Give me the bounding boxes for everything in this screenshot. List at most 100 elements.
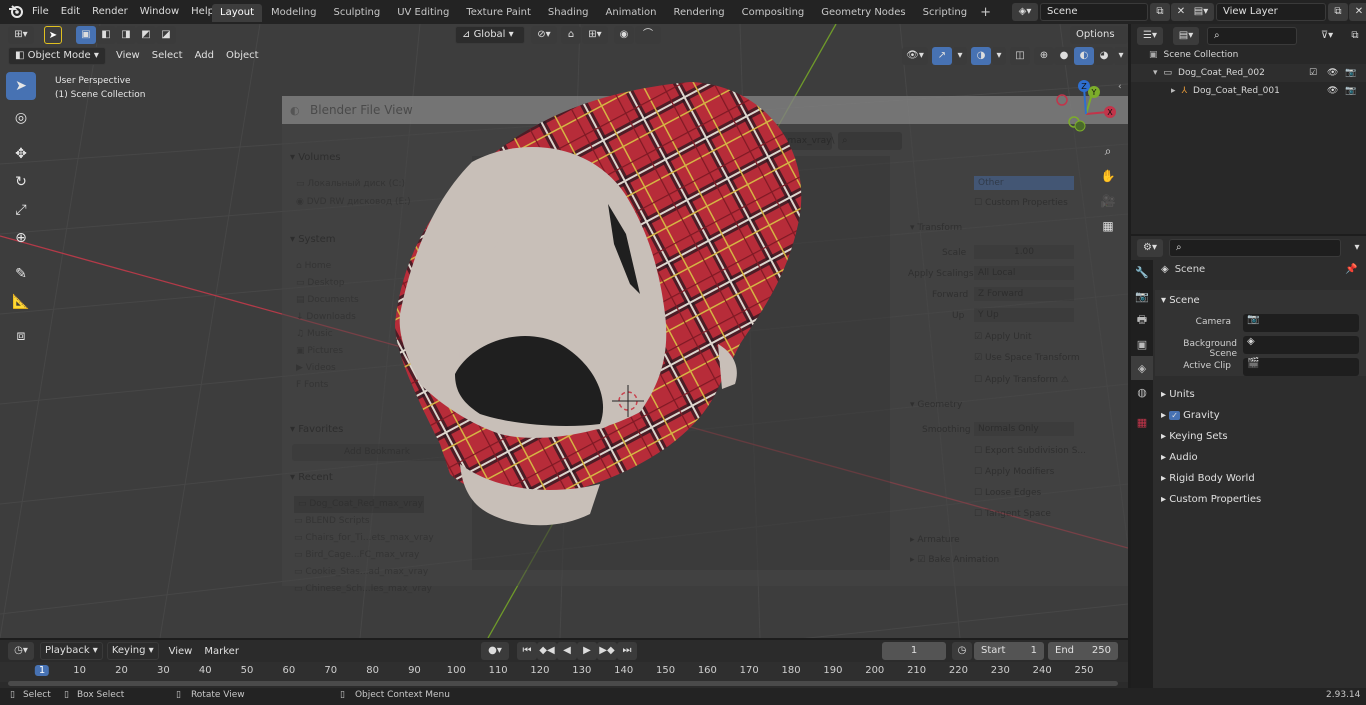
object-mode-select[interactable]: ◧ Object Mode ▾ — [8, 47, 106, 65]
new-view-layer-icon[interactable]: ⧉ — [1328, 3, 1348, 21]
audio-panel[interactable]: ▸ Audio — [1155, 447, 1366, 468]
select-tool-icon[interactable]: ➤ — [44, 26, 62, 44]
gravity-panel[interactable]: ▸ ✓ Gravity — [1155, 405, 1366, 426]
tab-modeling[interactable]: Modeling — [263, 4, 325, 22]
options-button[interactable]: Options ▾ — [1070, 26, 1128, 58]
delete-view-layer-icon[interactable]: ✕ — [1349, 3, 1366, 21]
menu-edit[interactable]: Edit — [55, 2, 86, 22]
camera-view-icon[interactable]: 🎥 — [1097, 190, 1119, 212]
camera-field[interactable]: 📷 — [1243, 314, 1359, 332]
tab-layout[interactable]: Layout — [212, 4, 262, 22]
shading-dropdown-icon[interactable]: ▾ — [1114, 47, 1128, 65]
filter-icon[interactable]: ⊽▾ — [1313, 27, 1341, 45]
snap-icon[interactable]: ⌂ — [561, 26, 581, 44]
keying-menu[interactable]: Keying ▾ — [106, 642, 159, 660]
jump-end-icon[interactable]: ⏭ — [617, 642, 637, 660]
tab-scripting[interactable]: Scripting — [915, 4, 975, 22]
render-camera-icon[interactable]: 📷 — [1345, 64, 1356, 82]
3d-viewport[interactable]: Blender File View ◐ C:\Users\mvvr\Deskto… — [0, 24, 1128, 638]
end-frame-field[interactable]: End 250 — [1048, 642, 1118, 660]
overlay-icon[interactable]: ◑ — [971, 47, 991, 65]
scale-tool-icon[interactable]: ⤢ — [6, 196, 36, 224]
scene-tab-icon[interactable]: ◈ — [1131, 356, 1153, 380]
gizmo-icon[interactable]: ↗ — [932, 47, 952, 65]
tool-tab-icon[interactable]: 🔧 — [1131, 260, 1153, 284]
outliner-editor-type-icon[interactable]: ☰▾ — [1137, 27, 1163, 45]
play-icon[interactable]: ▶ — [577, 642, 597, 660]
gizmo-neg-x-icon[interactable] — [1056, 94, 1068, 106]
record-icon[interactable]: ●▾ — [481, 642, 509, 660]
display-mode-icon[interactable]: ▤▾ — [1173, 27, 1199, 45]
tab-rendering[interactable]: Rendering — [666, 4, 733, 22]
render-tab-icon[interactable]: 📷 — [1131, 284, 1153, 308]
timeline-scrollbar[interactable] — [8, 681, 1118, 686]
outliner-row-dog-coat-002[interactable]: ▾ ▭ Dog_Coat_Red_002 ☑ 👁 📷 — [1131, 64, 1366, 82]
perspective-toggle-icon[interactable]: ▦ — [1097, 215, 1119, 237]
zoom-icon[interactable]: ⌕ — [1097, 140, 1119, 162]
add-workspace-button[interactable]: + — [976, 4, 995, 22]
tab-animation[interactable]: Animation — [598, 4, 665, 22]
timeline-editor-type-icon[interactable]: ◷▾ — [8, 642, 34, 660]
menu-select[interactable]: Select — [146, 50, 189, 61]
tab-sculpting[interactable]: Sculpting — [326, 4, 389, 22]
transform-orientation-select[interactable]: ⊿ Global ▾ — [455, 26, 525, 44]
rigid-body-world-panel[interactable]: ▸ Rigid Body World — [1155, 468, 1366, 489]
texture-tab-icon[interactable]: ▦ — [1131, 410, 1153, 434]
editor-type-icon[interactable]: ⊞▾ — [8, 26, 34, 44]
blender-logo-icon[interactable] — [8, 3, 24, 19]
falloff-icon[interactable]: ⌒ — [635, 26, 661, 44]
measure-tool-icon[interactable]: 📐 — [6, 288, 36, 316]
timeline[interactable]: ◷▾ Playback ▾ Keying ▾ View Marker ●▾ ⏮ … — [0, 640, 1128, 688]
add-cube-tool-icon[interactable]: ⧈ — [6, 322, 36, 350]
prev-keyframe-icon[interactable]: ◆◀ — [537, 642, 557, 660]
wireframe-shading-icon[interactable]: ⊕ — [1034, 47, 1054, 65]
view-layer-tab-icon[interactable]: ▣ — [1131, 332, 1153, 356]
gravity-checkbox-icon[interactable]: ✓ — [1169, 411, 1180, 420]
gizmo-dropdown-icon[interactable]: ▾ — [953, 47, 967, 65]
select-intersect-icon[interactable]: ◪ — [156, 26, 176, 44]
rendered-shading-icon[interactable]: ◕ — [1094, 47, 1114, 65]
playback-menu[interactable]: Playback ▾ — [40, 642, 103, 660]
annotate-tool-icon[interactable]: ✎ — [6, 260, 36, 288]
tab-texture-paint[interactable]: Texture Paint — [458, 4, 539, 22]
tab-uv-editing[interactable]: UV Editing — [389, 4, 457, 22]
cursor-tool-icon[interactable]: ◎ — [6, 104, 36, 132]
menu-file[interactable]: File — [26, 2, 55, 22]
new-scene-icon[interactable]: ⧉ — [1150, 3, 1170, 21]
properties-search-input[interactable]: ⌕ — [1169, 239, 1341, 257]
start-frame-field[interactable]: Start 1 — [974, 642, 1044, 660]
object-render-camera-icon[interactable]: 📷 — [1345, 82, 1356, 100]
custom-properties-panel[interactable]: ▸ Custom Properties — [1155, 489, 1366, 510]
play-reverse-icon[interactable]: ◀ — [557, 642, 577, 660]
select-new-icon[interactable]: ▣ — [76, 26, 96, 44]
visibility-eye-icon[interactable]: 👁 — [1327, 64, 1338, 82]
background-scene-field[interactable]: ◈ — [1243, 336, 1359, 354]
overlay-dropdown-icon[interactable]: ▾ — [992, 47, 1006, 65]
menu-render[interactable]: Render — [86, 2, 134, 22]
keying-sets-panel[interactable]: ▸ Keying Sets — [1155, 426, 1366, 447]
properties-options-icon[interactable]: ▾ — [1349, 239, 1365, 257]
transform-tool-icon[interactable]: ⊕ — [6, 224, 36, 252]
select-extend-icon[interactable]: ◧ — [96, 26, 116, 44]
move-tool-icon[interactable]: ✥ — [6, 140, 36, 168]
world-tab-icon[interactable]: ◍ — [1131, 380, 1153, 404]
solid-shading-icon[interactable]: ● — [1054, 47, 1074, 65]
material-shading-icon[interactable]: ◐ — [1074, 47, 1094, 65]
visibility-icon[interactable]: 👁▾ — [902, 47, 928, 65]
view-layer-field[interactable]: View Layer — [1216, 3, 1326, 21]
gizmo-neg-z-icon[interactable] — [1074, 120, 1086, 132]
outliner-row-scene-collection[interactable]: ▣ Scene Collection — [1131, 46, 1366, 64]
jump-start-icon[interactable]: ⏮ — [517, 642, 537, 660]
expand-icon[interactable]: ▾ — [1153, 64, 1158, 82]
output-tab-icon[interactable]: 🖶 — [1131, 308, 1153, 332]
properties-editor-type-icon[interactable]: ⚙▾ — [1137, 239, 1163, 257]
outliner-search-input[interactable]: ⌕ — [1207, 27, 1297, 45]
units-panel[interactable]: ▸ Units — [1155, 384, 1366, 405]
new-collection-icon[interactable]: ⧉ — [1345, 27, 1365, 45]
rotate-tool-icon[interactable]: ↻ — [6, 168, 36, 196]
pan-hand-icon[interactable]: ✋ — [1097, 165, 1119, 187]
select-invert-icon[interactable]: ◩ — [136, 26, 156, 44]
menu-object[interactable]: Object — [220, 50, 265, 61]
expand-collapsed-icon[interactable]: ▸ — [1171, 82, 1176, 100]
sidebar-toggle-icon[interactable]: ‹ — [1118, 82, 1122, 92]
